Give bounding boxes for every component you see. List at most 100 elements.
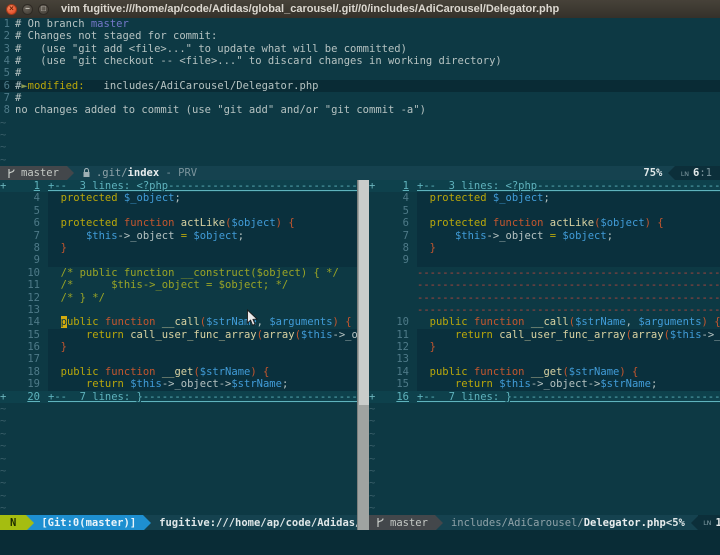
tilde-marker: ~ — [369, 453, 375, 465]
tilde-row: ~ — [0, 477, 357, 489]
diff-window-worktree[interactable]: +1+-- 3 lines: <?php--------------------… — [369, 180, 720, 515]
line-text: ----------------------------------------… — [417, 304, 720, 316]
separator-arrow-icon — [26, 515, 34, 530]
code-row: 9 — [369, 254, 720, 266]
tilde-marker: ~ — [369, 403, 375, 415]
buffer-dir: includes/AdiCarousel/ — [451, 517, 584, 529]
branch-name: master — [21, 167, 59, 179]
fold-column — [369, 341, 378, 353]
token — [48, 192, 61, 204]
tilde-marker: ~ — [0, 428, 6, 440]
line-number: 9 — [378, 254, 417, 266]
scroll-percent: <5% — [666, 517, 685, 529]
command-line[interactable] — [0, 530, 720, 555]
line-text: # — [15, 67, 720, 79]
tilde-row: ~ — [369, 477, 720, 489]
token: $this — [670, 329, 702, 341]
line-number-icon: ʟɴ — [680, 169, 688, 178]
code-row: 6 protected function actLike($object) { — [0, 217, 357, 229]
token: # (use "git checkout -- <file>..." to di… — [15, 55, 502, 67]
fugitive-status-window[interactable]: 1# On branch master2# Changes not staged… — [0, 18, 720, 166]
token: function — [105, 316, 156, 328]
close-button-icon[interactable]: × — [6, 4, 17, 15]
token: __call — [531, 316, 569, 328]
diff-window-index[interactable]: +1+-- 3 lines: <?php--------------------… — [0, 180, 357, 515]
code-row: 5# — [0, 67, 720, 79]
line-number — [378, 292, 417, 304]
line-number: 10 — [9, 267, 48, 279]
fold-column — [369, 304, 378, 316]
separator-chevron-icon — [668, 166, 675, 180]
token: { — [632, 366, 638, 378]
code-row: 18 public function __get($strName) { — [0, 366, 357, 378]
token: actLike — [181, 217, 225, 229]
tilde-marker: ~ — [369, 502, 375, 514]
line-number: 1 — [9, 180, 48, 192]
tilde-marker: ~ — [369, 440, 375, 452]
code-row: 3# (use "git add <file>..." to update wh… — [0, 43, 720, 55]
code-row: 6 protected function actLike($object) { — [369, 217, 720, 229]
tilde-marker: ~ — [0, 502, 6, 514]
window-title: vim fugitive:///home/ap/code/Adidas/glob… — [61, 3, 559, 15]
git-segment: [Git:0(master)] — [26, 515, 143, 530]
token: , — [257, 316, 270, 328]
buffer-file: index — [128, 167, 160, 179]
token: call_user_func_array — [130, 329, 256, 341]
token: # On branch — [15, 18, 91, 30]
separator-arrow-icon — [66, 166, 74, 180]
token: public — [430, 366, 468, 378]
token: $strName — [569, 366, 620, 378]
token: $_object — [493, 192, 544, 204]
token: # — [15, 92, 21, 104]
line-text — [417, 353, 720, 365]
active-buffer-path: fugitive:///home/ap/code/Adidas/global> — [159, 517, 357, 529]
line-number: 20 — [9, 391, 48, 403]
token: call_user_func_array — [499, 329, 625, 341]
branch-segment: master — [0, 166, 66, 180]
token — [417, 316, 430, 328]
code-row: 15 return $this->_object->$strName; — [369, 378, 720, 390]
line-number: 16 — [378, 391, 417, 403]
line-text — [48, 254, 357, 266]
line-text: } — [417, 242, 720, 254]
token: ->_object-> — [531, 378, 601, 390]
token: /* } */ — [48, 292, 105, 304]
cursor-col: :1 — [699, 167, 712, 179]
tilde-marker: ~ — [0, 141, 6, 153]
tilde-row: ~ — [369, 490, 720, 502]
line-text — [48, 304, 357, 316]
line-text: ----------------------------------------… — [417, 279, 720, 291]
code-row: 16 } — [0, 341, 357, 353]
token — [48, 316, 61, 328]
token: array — [632, 329, 664, 341]
fold-column — [369, 366, 378, 378]
line-number: 11 — [378, 329, 417, 341]
code-row: 8 } — [369, 242, 720, 254]
fold-column: + — [369, 180, 378, 192]
line-text: public function __call($strName, $argume… — [48, 316, 357, 328]
token — [417, 230, 455, 242]
vertical-scrollbar[interactable] — [357, 180, 369, 530]
token — [48, 242, 61, 254]
code-row: 8no changes added to commit (use "git ad… — [0, 104, 720, 116]
code-row: 4# (use "git checkout -- <file>..." to d… — [0, 55, 720, 67]
minimize-button-icon[interactable]: − — [22, 4, 33, 15]
fold-column — [0, 205, 9, 217]
line-text: return $this->_object->$strName; — [417, 378, 720, 390]
preview-flag: - PRV — [159, 167, 197, 179]
fold-column — [0, 192, 9, 204]
separator-arrow-icon — [435, 515, 443, 530]
line-number: 6 — [9, 217, 48, 229]
line-text: protected function actLike($object) { — [48, 217, 357, 229]
token — [417, 366, 430, 378]
line-number: 12 — [378, 341, 417, 353]
fold-column — [369, 267, 378, 279]
scrollbar-thumb[interactable] — [359, 180, 369, 405]
token: modified: — [28, 80, 85, 92]
buffer-file: Delegator.php — [584, 517, 666, 529]
token: protected — [430, 217, 487, 229]
line-number: 8 — [9, 242, 48, 254]
line-number: 18 — [9, 366, 48, 378]
token: return — [86, 329, 124, 341]
maximize-button-icon[interactable]: □ — [38, 4, 49, 15]
